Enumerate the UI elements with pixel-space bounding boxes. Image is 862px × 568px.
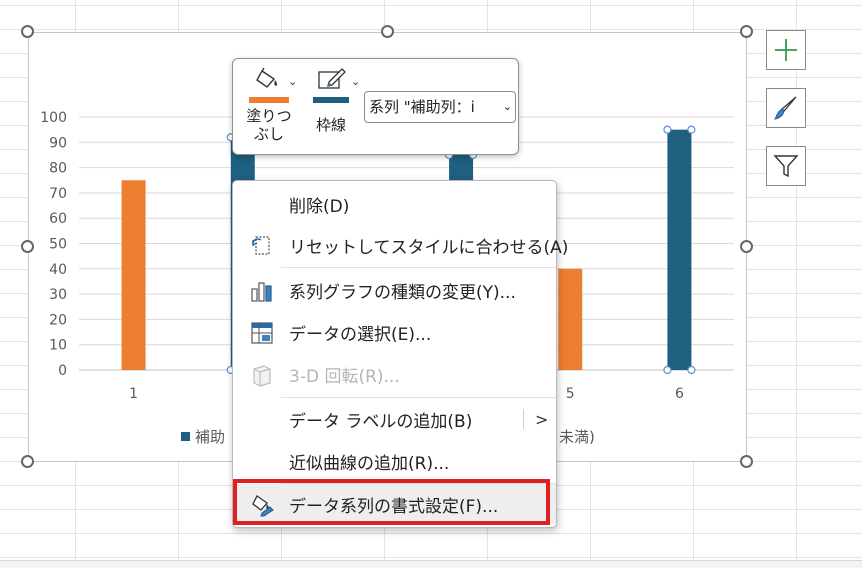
x-tick-label: 1 (129, 386, 138, 402)
x-tick-label: 5 (566, 386, 575, 402)
chart-elements-button[interactable] (766, 30, 806, 70)
fill-button[interactable]: 塗りつ ぶし (245, 67, 293, 143)
chart-type-icon (251, 282, 272, 302)
series-selector[interactable]: 系列 "補助列：i ⌄ (364, 91, 516, 123)
chart-styles-button[interactable] (766, 88, 806, 128)
legend-swatch-blue (181, 432, 190, 441)
menu-item-add-trendline[interactable]: 近似曲線の追加(R)... (233, 441, 556, 481)
legend-item-blue[interactable]: 補助 (181, 426, 225, 447)
resize-handle-top-left[interactable] (21, 25, 34, 38)
filter-icon (773, 155, 799, 178)
series-selector-chevron-icon: ⌄ (502, 100, 512, 113)
y-tick-label: 20 (49, 312, 67, 328)
y-tick-label: 10 (49, 338, 67, 354)
outline-color-bar (313, 97, 349, 103)
y-tick-label: 80 (49, 161, 67, 177)
plus-icon (775, 39, 797, 61)
menu-item-add-data-labels[interactable]: データ ラベルの追加(B) > (233, 399, 556, 439)
menu-separator (281, 267, 556, 268)
fill-dropdown-chevron-icon[interactable]: ⌄ (288, 75, 297, 88)
y-tick-label: 100 (40, 110, 67, 126)
fill-label-line1: 塗りつ (246, 107, 292, 125)
status-strip (0, 560, 862, 568)
menu-item-format-data-series[interactable]: データ系列の書式設定(F)... (233, 484, 556, 524)
format-series-icon (252, 495, 274, 517)
context-menu: 削除(D) リセットしてスタイルに合わせる(A) 系列グラフの種類の変更(Y).… (232, 180, 568, 528)
legend-label-blue: 補助 (195, 428, 226, 446)
bar-selection-handle (663, 365, 672, 375)
y-tick-label: 50 (49, 237, 67, 253)
y-tick-label: 40 (49, 262, 67, 278)
y-tick-label: 0 (58, 363, 67, 379)
bar-selection-handle (663, 125, 672, 134)
bar-selection-handle (687, 365, 696, 375)
series-selector-value: 系列 "補助列：i (369, 98, 475, 116)
resize-handle-bottom-right[interactable] (740, 455, 753, 468)
3d-rotation-icon (253, 365, 271, 387)
fill-label-line2: ぶし (253, 125, 284, 143)
submenu-arrow-icon: > (535, 409, 549, 429)
menu-item-3d-rotation[interactable]: 3-D 回転(R)... (233, 354, 556, 394)
resize-handle-bottom-left[interactable] (21, 455, 34, 468)
pen-outline-icon (318, 68, 346, 89)
y-tick-label: 70 (49, 186, 67, 202)
resize-handle-right[interactable] (740, 240, 753, 253)
menu-separator (281, 397, 556, 398)
menu-item-change-chart-type[interactable]: 系列グラフの種類の変更(Y)... (233, 270, 556, 310)
reset-style-icon (252, 236, 270, 255)
fill-color-bar (249, 97, 289, 103)
menu-item-select-data[interactable]: データの選択(E)... (233, 312, 556, 352)
submenu-divider (523, 409, 524, 429)
mini-toolbar: 塗りつ ぶし ⌄ 枠線 ⌄ 系列 "補助列：i ⌄ (232, 58, 519, 155)
legend-item-orange[interactable]: 未満) (559, 426, 595, 447)
y-tick-label: 30 (49, 287, 67, 303)
chart-filters-button[interactable] (766, 146, 806, 186)
brush-icon (773, 96, 797, 120)
bar[interactable] (121, 180, 146, 370)
resize-handle-top-right[interactable] (740, 25, 753, 38)
paint-bucket-icon (256, 67, 278, 88)
legend-label-orange: 未満) (559, 428, 595, 446)
outline-dropdown-chevron-icon[interactable]: ⌄ (351, 75, 360, 88)
select-data-icon (251, 322, 273, 344)
y-tick-label: 90 (49, 135, 67, 151)
bar-selection-handle (687, 125, 696, 134)
outline-label: 枠線 (315, 116, 346, 134)
bar[interactable] (667, 129, 692, 370)
outline-button[interactable]: 枠線 (307, 67, 355, 134)
x-tick-label: 6 (675, 386, 684, 402)
resize-handle-top[interactable] (381, 25, 394, 38)
bar[interactable] (558, 268, 583, 370)
menu-item-delete[interactable]: 削除(D) (233, 184, 556, 224)
menu-item-reset-style[interactable]: リセットしてスタイルに合わせる(A) (233, 225, 568, 265)
y-tick-label: 60 (49, 211, 67, 227)
resize-handle-left[interactable] (21, 240, 34, 253)
